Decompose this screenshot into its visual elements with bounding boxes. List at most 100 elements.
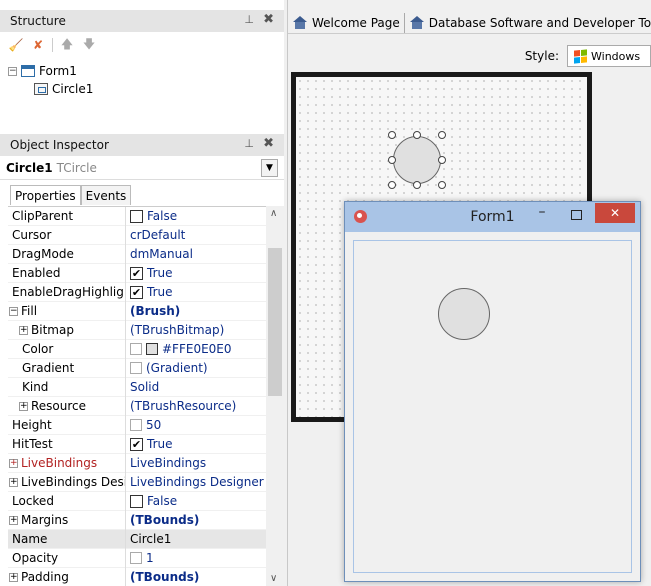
property-row[interactable]: Kind Solid: [8, 377, 266, 397]
property-value[interactable]: 1: [126, 551, 266, 565]
expand-icon[interactable]: +: [9, 515, 18, 525]
resize-handle[interactable]: [388, 131, 396, 139]
circle-component[interactable]: [393, 136, 441, 184]
collapse-icon[interactable]: −: [8, 66, 17, 76]
chevron-down-icon[interactable]: ▼: [261, 159, 278, 177]
property-row[interactable]: Cursor crDefault: [8, 225, 266, 245]
resize-handle[interactable]: [388, 156, 396, 164]
property-value[interactable]: Circle1: [126, 532, 266, 546]
scroll-down-icon[interactable]: ∨: [270, 573, 277, 584]
property-row[interactable]: Color #FFE0E0E0: [8, 339, 266, 359]
window-titlebar[interactable]: Form1 – ✕: [345, 202, 640, 232]
binding-link-icon: [130, 343, 142, 355]
property-value-text: (TBrushResource): [130, 399, 237, 413]
close-icon[interactable]: ✖: [263, 12, 274, 27]
property-value[interactable]: (TBounds): [126, 570, 266, 584]
maximize-button[interactable]: [565, 206, 587, 226]
tab-database-software[interactable]: Database Software and Developer Tools: [405, 13, 651, 33]
property-row[interactable]: NameCircle1»: [8, 529, 266, 549]
property-row[interactable]: + Margins (TBounds): [8, 510, 266, 530]
expand-icon[interactable]: +: [9, 572, 18, 582]
expand-icon[interactable]: +: [9, 458, 18, 468]
property-row[interactable]: DragMode dmManual: [8, 244, 266, 264]
arrow-down-icon[interactable]: 🡇: [81, 37, 97, 52]
close-icon[interactable]: ✖: [263, 136, 274, 151]
checkbox[interactable]: ✔: [130, 266, 143, 280]
property-value[interactable]: LiveBindings Designer: [126, 475, 266, 489]
property-row[interactable]: Gradient (Gradient): [8, 358, 266, 378]
arrow-up-icon[interactable]: 🡅: [59, 37, 75, 52]
tree-item-circle1[interactable]: Circle1: [8, 80, 93, 98]
property-value[interactable]: (Gradient): [126, 361, 266, 375]
property-value[interactable]: ✔ True: [126, 285, 266, 299]
resize-handle[interactable]: [388, 181, 396, 189]
pin-icon[interactable]: ⊥: [244, 13, 254, 26]
property-row[interactable]: ClipParent False: [8, 207, 266, 226]
property-value[interactable]: ✔ True: [126, 266, 266, 280]
color-swatch[interactable]: [146, 343, 158, 355]
scroll-thumb[interactable]: [268, 248, 282, 396]
property-value[interactable]: Solid: [126, 380, 266, 394]
expand-icon[interactable]: +: [19, 325, 28, 335]
expand-icon[interactable]: +: [19, 401, 28, 411]
property-row[interactable]: Height 50: [8, 415, 266, 435]
property-row[interactable]: EnableDragHighlig ✔ True: [8, 282, 266, 302]
component-selector[interactable]: Circle1 TCircle ▼: [0, 156, 284, 180]
resize-handle[interactable]: [413, 181, 421, 189]
property-row[interactable]: HitTest ✔ True: [8, 434, 266, 454]
checkbox[interactable]: ✔: [130, 285, 143, 299]
property-name: Name: [8, 529, 126, 549]
property-row[interactable]: Opacity 1: [8, 548, 266, 568]
tree-item-form1[interactable]: − Form1: [8, 62, 93, 80]
property-value[interactable]: LiveBindings: [126, 456, 266, 470]
property-grid-scrollbar[interactable]: ∧ ∨: [266, 206, 284, 586]
resize-handle[interactable]: [438, 181, 446, 189]
property-value[interactable]: False: [126, 494, 266, 508]
property-value-text: #FFE0E0E0: [162, 342, 232, 356]
property-value[interactable]: (TBounds): [126, 513, 266, 527]
property-name-text: Opacity: [12, 551, 59, 565]
property-value[interactable]: (TBrushResource): [126, 399, 266, 413]
property-row[interactable]: Enabled ✔ True: [8, 263, 266, 283]
tab-events[interactable]: Events: [80, 185, 132, 205]
style-select[interactable]: Windows: [567, 45, 651, 67]
property-name-text: LiveBindings Desig: [21, 475, 126, 489]
close-button[interactable]: ✕: [595, 203, 635, 223]
property-name-text: Bitmap: [31, 323, 74, 337]
property-value[interactable]: 50: [126, 418, 266, 432]
property-value[interactable]: #FFE0E0E0: [126, 342, 266, 356]
binding-link-icon: [130, 419, 142, 431]
property-name: + Margins: [8, 510, 126, 530]
resize-handle[interactable]: [438, 156, 446, 164]
checkbox[interactable]: [130, 494, 143, 508]
collapse-icon[interactable]: −: [9, 306, 18, 316]
property-name: HitTest: [8, 434, 126, 454]
scroll-up-icon[interactable]: ∧: [270, 208, 277, 219]
pin-icon[interactable]: ⊥: [244, 137, 254, 150]
checkbox[interactable]: ✔: [130, 437, 143, 451]
property-value[interactable]: ✔ True: [126, 437, 266, 451]
property-row[interactable]: + Padding (TBounds): [8, 567, 266, 586]
property-value[interactable]: False: [126, 209, 266, 223]
property-row[interactable]: + LiveBindings Desig LiveBindings Designer: [8, 472, 266, 492]
property-value[interactable]: dmManual: [126, 247, 266, 261]
property-value[interactable]: (Brush): [126, 304, 266, 318]
resize-handle[interactable]: [413, 131, 421, 139]
minimize-button[interactable]: –: [531, 204, 553, 224]
checkbox[interactable]: [130, 209, 143, 223]
expand-icon[interactable]: +: [9, 477, 18, 487]
property-row[interactable]: Locked False: [8, 491, 266, 511]
property-value-text: True: [147, 266, 173, 280]
broom-icon[interactable]: 🧹: [8, 38, 24, 52]
tab-properties[interactable]: Properties: [10, 185, 81, 205]
property-row[interactable]: + Bitmap (TBrushBitmap): [8, 320, 266, 340]
property-value[interactable]: (TBrushBitmap): [126, 323, 266, 337]
tab-welcome-page[interactable]: Welcome Page: [288, 12, 405, 33]
property-row[interactable]: + LiveBindings LiveBindings: [8, 453, 266, 473]
delete-component-icon[interactable]: ✘: [30, 38, 46, 52]
tab-label: Database Software and Developer Tools: [428, 15, 651, 30]
resize-handle[interactable]: [438, 131, 446, 139]
property-value[interactable]: crDefault: [126, 228, 266, 242]
property-row[interactable]: − Fill (Brush): [8, 301, 266, 321]
property-row[interactable]: + Resource (TBrushResource): [8, 396, 266, 416]
